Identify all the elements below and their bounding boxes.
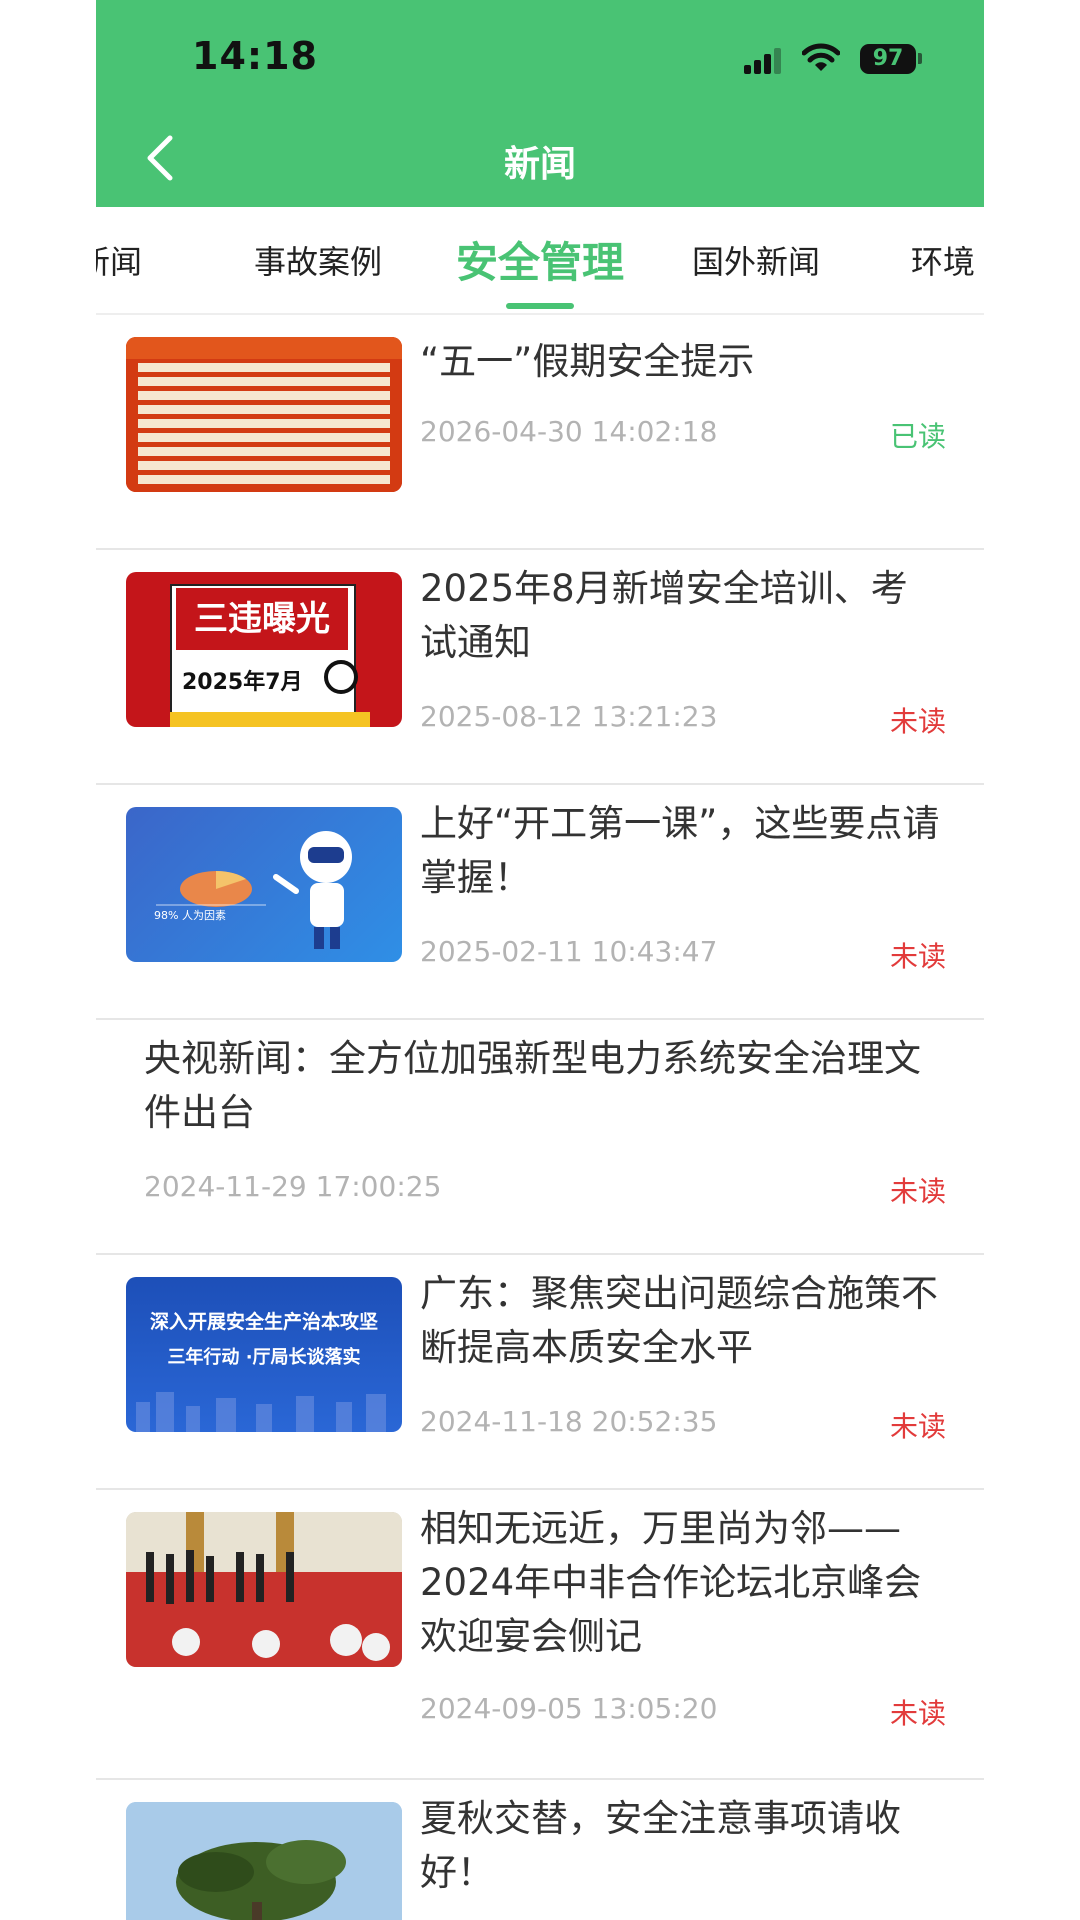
- welcome-photo-graphic: [126, 1512, 402, 1667]
- orange-list-graphic: [126, 337, 402, 492]
- thumb-banner-line1: 深入开展安全生产治本攻坚: [149, 1311, 378, 1333]
- news-date: 2025-02-11 10:43:47: [420, 935, 718, 968]
- read-status-badge: 未读: [889, 1697, 946, 1730]
- news-thumbnail: [126, 337, 402, 492]
- read-status-badge: 已读: [889, 420, 946, 453]
- status-time: 14:18: [192, 34, 318, 78]
- thumb-chart-label: 98% 人为因素: [154, 909, 226, 922]
- phone-screen: 14:18 97 新闻 新闻 事故案例 安全管理 国外新闻 环境: [96, 0, 984, 1920]
- read-status-badge: 未读: [889, 705, 946, 738]
- news-thumbnail: 三违曝光 2025年7月: [126, 572, 402, 727]
- news-date: 2024-11-29 17:00:25: [144, 1170, 442, 1203]
- wifi-icon: [802, 43, 840, 71]
- news-title: 相知无远近，万里尚为邻——2024年中非合作论坛北京峰会欢迎宴会侧记: [420, 1507, 922, 1658]
- tab-foreign-news[interactable]: 国外新闻: [692, 237, 820, 283]
- news-date: 2026-04-30 14:02:18: [420, 415, 718, 448]
- news-date: 2025-08-12 13:21:23: [420, 700, 718, 733]
- battery-icon: 97: [860, 44, 916, 74]
- news-title: 央视新闻：全方位加强新型电力系统安全治理文件出台: [144, 1037, 921, 1134]
- news-title: 广东：聚焦突出问题综合施策不断提高本质安全水平: [420, 1272, 938, 1369]
- page-title: 新闻: [503, 144, 576, 185]
- news-title: “五一”假期安全提示: [420, 340, 755, 383]
- cellular-signal-icon: [744, 48, 784, 74]
- tab-environment[interactable]: 环境: [911, 237, 975, 283]
- read-status-badge: 未读: [889, 940, 946, 973]
- read-status-badge: 未读: [889, 1175, 946, 1208]
- news-item[interactable]: “五一”假期安全提示 2026-04-30 14:02:18 已读: [96, 315, 984, 550]
- thumb-title-box: 三违曝光: [176, 588, 348, 650]
- news-item[interactable]: 三违曝光 2025年7月 2025年8月新增安全培训、考试通知 2025-08-…: [96, 550, 984, 785]
- thumb-banner-line2: 三年行动 ·厅局长谈落实: [167, 1347, 361, 1368]
- active-tab-indicator: [506, 303, 574, 309]
- news-item[interactable]: 深入开展安全生产治本攻坚 三年行动 ·厅局长谈落实 广东：聚焦突出问题综合施策不…: [96, 1255, 984, 1490]
- tree-photo-graphic: [126, 1802, 402, 1920]
- news-item[interactable]: 98% 人为因素 上好“开工第一课”，这些要点请掌握！ 2025-02-11 1…: [96, 785, 984, 1020]
- tab-news[interactable]: 新闻: [96, 237, 142, 283]
- news-title: 2025年8月新增安全培训、考试通知: [420, 567, 908, 664]
- news-date: 2024-11-18 20:52:35: [420, 1405, 718, 1438]
- magnifier-icon: [324, 660, 358, 694]
- news-item[interactable]: 相知无远近，万里尚为邻——2024年中非合作论坛北京峰会欢迎宴会侧记 2024-…: [96, 1490, 984, 1780]
- app-header: 14:18 97 新闻: [96, 0, 984, 207]
- news-thumbnail: 深入开展安全生产治本攻坚 三年行动 ·厅局长谈落实: [126, 1277, 402, 1432]
- news-title: 上好“开工第一课”，这些要点请掌握！: [420, 802, 940, 899]
- news-thumbnail: [126, 1802, 402, 1920]
- news-item[interactable]: 央视新闻：全方位加强新型电力系统安全治理文件出台 2024-11-29 17:0…: [96, 1020, 984, 1255]
- tab-safety-management[interactable]: 安全管理: [456, 229, 624, 290]
- battery-tip: [918, 53, 922, 64]
- news-title: 夏秋交替，安全注意事项请收好！: [420, 1797, 901, 1894]
- robot-chart-graphic: [156, 831, 352, 949]
- news-thumbnail: [126, 1512, 402, 1667]
- read-status-badge: 未读: [889, 1410, 946, 1443]
- thumb-subtitle: 2025年7月: [182, 670, 303, 695]
- tab-accident-cases[interactable]: 事故案例: [254, 237, 382, 283]
- city-skyline-graphic: [136, 1392, 386, 1432]
- category-tabs: 新闻 事故案例 安全管理 国外新闻 环境: [96, 207, 984, 315]
- thumb-yellow-bar: [170, 712, 370, 727]
- news-date: 2024-09-05 13:05:20: [420, 1692, 718, 1725]
- news-item[interactable]: 夏秋交替，安全注意事项请收好！: [96, 1780, 984, 1920]
- news-thumbnail: 98% 人为因素: [126, 807, 402, 962]
